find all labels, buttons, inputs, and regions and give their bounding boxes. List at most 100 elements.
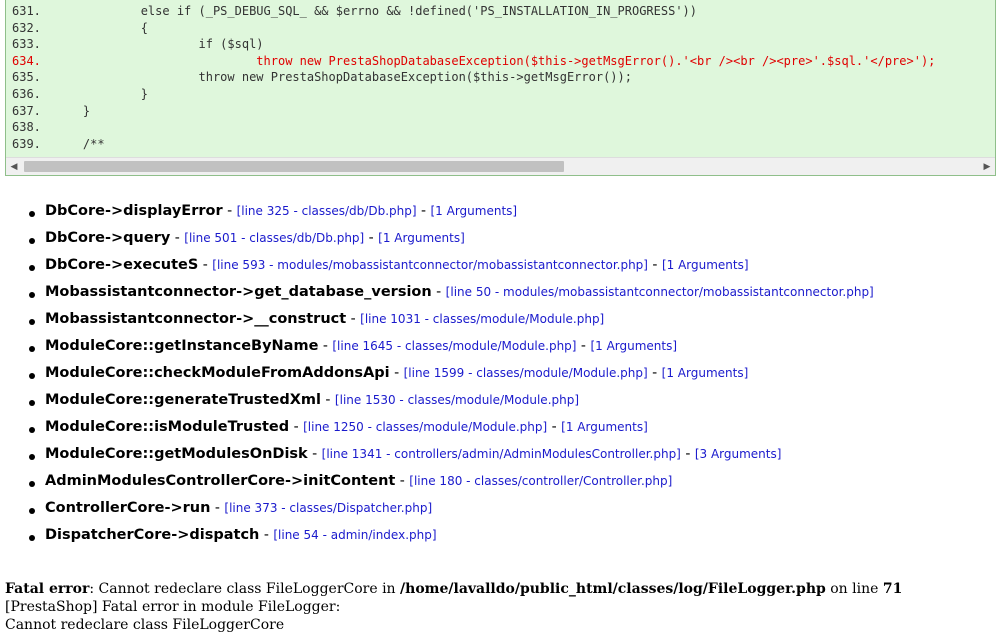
trace-location-link[interactable]: [line 1530 - classes/module/Module.php] bbox=[335, 393, 579, 407]
separator: - bbox=[170, 230, 185, 246]
source-code-panel: 631. else if (_PS_DEBUG_SQL_ && $errno &… bbox=[5, 0, 996, 176]
fatal-error-line: Fatal error: Cannot redeclare class File… bbox=[5, 580, 902, 598]
separator: - bbox=[289, 419, 304, 435]
trace-function: ModuleCore::getInstanceByName bbox=[45, 338, 319, 354]
trace-function: DbCore->query bbox=[45, 230, 171, 246]
separator: - bbox=[307, 446, 322, 462]
trace-location-link[interactable]: [line 1341 - controllers/admin/AdminModu… bbox=[322, 447, 681, 461]
fatal-error-text: : Cannot redeclare class FileLoggerCore … bbox=[89, 581, 401, 597]
code-line: 633. if ($sql) bbox=[6, 36, 995, 53]
triangle-right-icon[interactable]: ▶ bbox=[979, 158, 995, 175]
separator: - bbox=[210, 500, 225, 516]
trace-location-link[interactable]: [line 1250 - classes/module/Module.php] bbox=[303, 420, 547, 434]
code-line: 637. } bbox=[6, 103, 995, 120]
line-number: 632. bbox=[12, 20, 41, 35]
code-text: } bbox=[54, 86, 148, 101]
line-number: 631. bbox=[12, 4, 41, 18]
trace-location-link[interactable]: [line 593 - modules/mobassistantconnecto… bbox=[212, 258, 648, 272]
line-number: 637. bbox=[12, 103, 41, 118]
separator: - bbox=[647, 257, 662, 273]
trace-arguments-link[interactable]: [1 Arguments] bbox=[662, 258, 749, 272]
trace-arguments-link[interactable]: [3 Arguments] bbox=[695, 447, 782, 461]
trace-function: ModuleCore::generateTrustedXml bbox=[45, 392, 321, 408]
line-number: 639. bbox=[12, 136, 41, 151]
trace-item: DbCore->query - [line 501 - classes/db/D… bbox=[0, 230, 874, 257]
trace-item: Mobassistantconnector->get_database_vers… bbox=[0, 284, 874, 311]
fatal-error-line-number: 71 bbox=[882, 581, 903, 597]
separator: - bbox=[198, 257, 213, 273]
trace-item: ModuleCore::generateTrustedXml - [line 1… bbox=[0, 392, 874, 419]
separator: - bbox=[547, 419, 562, 435]
separator: - bbox=[431, 284, 446, 300]
code-text: throw new PrestaShopDatabaseException($t… bbox=[54, 53, 936, 68]
code-text: } bbox=[54, 103, 91, 118]
trace-function: ModuleCore::checkModuleFromAddonsApi bbox=[45, 365, 390, 381]
code-text: throw new PrestaShopDatabaseException($t… bbox=[54, 70, 632, 85]
code-line: 632. { bbox=[6, 20, 995, 37]
trace-arguments-link[interactable]: [1 Arguments] bbox=[590, 339, 677, 353]
separator: - bbox=[346, 311, 361, 327]
trace-function: Mobassistantconnector->__construct bbox=[45, 311, 347, 327]
trace-function: Mobassistantconnector->get_database_vers… bbox=[45, 284, 432, 300]
line-number: 633. bbox=[12, 37, 41, 52]
trace-function: ModuleCore::isModuleTrusted bbox=[45, 419, 290, 435]
trace-arguments-link[interactable]: [1 Arguments] bbox=[662, 366, 749, 380]
trace-arguments-link[interactable]: [1 Arguments] bbox=[561, 420, 648, 434]
code-text: { bbox=[54, 20, 148, 35]
trace-location-link[interactable]: [line 373 - classes/Dispatcher.php] bbox=[224, 501, 432, 515]
trace-location-link[interactable]: [line 325 - classes/db/Db.php] bbox=[237, 204, 417, 218]
separator: - bbox=[416, 203, 431, 219]
trace-item: AdminModulesControllerCore->initContent … bbox=[0, 473, 874, 500]
line-number: 635. bbox=[12, 70, 41, 85]
separator: - bbox=[389, 365, 404, 381]
separator: - bbox=[395, 473, 410, 489]
triangle-left-icon[interactable]: ◀ bbox=[6, 158, 22, 175]
code-text: else if (_PS_DEBUG_SQL_ && $errno && !de… bbox=[54, 4, 697, 18]
code-line: 631. else if (_PS_DEBUG_SQL_ && $errno &… bbox=[6, 3, 995, 20]
trace-location-link[interactable]: [line 1645 - classes/module/Module.php] bbox=[332, 339, 576, 353]
trace-arguments-link[interactable]: [1 Arguments] bbox=[430, 204, 517, 218]
trace-arguments-link[interactable]: [1 Arguments] bbox=[378, 231, 465, 245]
trace-item: ModuleCore::getInstanceByName - [line 16… bbox=[0, 338, 874, 365]
separator: - bbox=[576, 338, 591, 354]
code-text: if ($sql) bbox=[54, 37, 264, 52]
fatal-error-path: /home/lavalldo/public_html/classes/log/F… bbox=[400, 581, 826, 597]
separator: - bbox=[320, 392, 335, 408]
separator: - bbox=[680, 446, 695, 462]
trace-item: Mobassistantconnector->__construct - [li… bbox=[0, 311, 874, 338]
separator: - bbox=[318, 338, 333, 354]
separator: - bbox=[364, 230, 379, 246]
horizontal-scrollbar[interactable]: ◀ ▶ bbox=[6, 157, 995, 175]
fatal-error-label: Fatal error bbox=[5, 581, 90, 597]
fatal-error-message: Fatal error: Cannot redeclare class File… bbox=[5, 580, 902, 634]
separator: - bbox=[259, 527, 274, 543]
separator: - bbox=[222, 203, 237, 219]
trace-item: DbCore->displayError - [line 325 - class… bbox=[0, 203, 874, 230]
trace-item: DbCore->executeS - [line 593 - modules/m… bbox=[0, 257, 874, 284]
trace-location-link[interactable]: [line 501 - classes/db/Db.php] bbox=[184, 231, 364, 245]
scrollbar-thumb[interactable] bbox=[24, 161, 564, 172]
code-line: 638. bbox=[6, 119, 995, 136]
trace-location-link[interactable]: [line 54 - admin/index.php] bbox=[273, 528, 436, 542]
trace-location-link[interactable]: [line 1031 - classes/module/Module.php] bbox=[360, 312, 604, 326]
code-line: 636. } bbox=[6, 86, 995, 103]
trace-location-link[interactable]: [line 50 - modules/mobassistantconnector… bbox=[446, 285, 874, 299]
trace-location-link[interactable]: [line 1599 - classes/module/Module.php] bbox=[404, 366, 648, 380]
code-text: /** bbox=[54, 136, 105, 151]
trace-item: ModuleCore::getModulesOnDisk - [line 134… bbox=[0, 446, 874, 473]
trace-location-link[interactable]: [line 180 - classes/controller/Controlle… bbox=[409, 474, 672, 488]
trace-function: ControllerCore->run bbox=[45, 500, 211, 516]
code-line: 635. throw new PrestaShopDatabaseExcepti… bbox=[6, 69, 995, 86]
trace-function: DbCore->executeS bbox=[45, 257, 199, 273]
trace-item: ControllerCore->run - [line 373 - classe… bbox=[0, 500, 874, 527]
line-number: 636. bbox=[12, 86, 41, 101]
stack-trace-list: DbCore->displayError - [line 325 - class… bbox=[0, 203, 874, 554]
trace-function: DbCore->displayError bbox=[45, 203, 223, 219]
separator: - bbox=[647, 365, 662, 381]
code-line-error: 634. throw new PrestaShopDatabaseExcepti… bbox=[6, 53, 995, 70]
code-line: 639. /** bbox=[6, 136, 995, 153]
trace-function: ModuleCore::getModulesOnDisk bbox=[45, 446, 308, 462]
trace-function: DispatcherCore->dispatch bbox=[45, 527, 260, 543]
fatal-error-on-line: on line bbox=[825, 581, 883, 597]
redeclare-error-line: Cannot redeclare class FileLoggerCore bbox=[5, 617, 285, 633]
